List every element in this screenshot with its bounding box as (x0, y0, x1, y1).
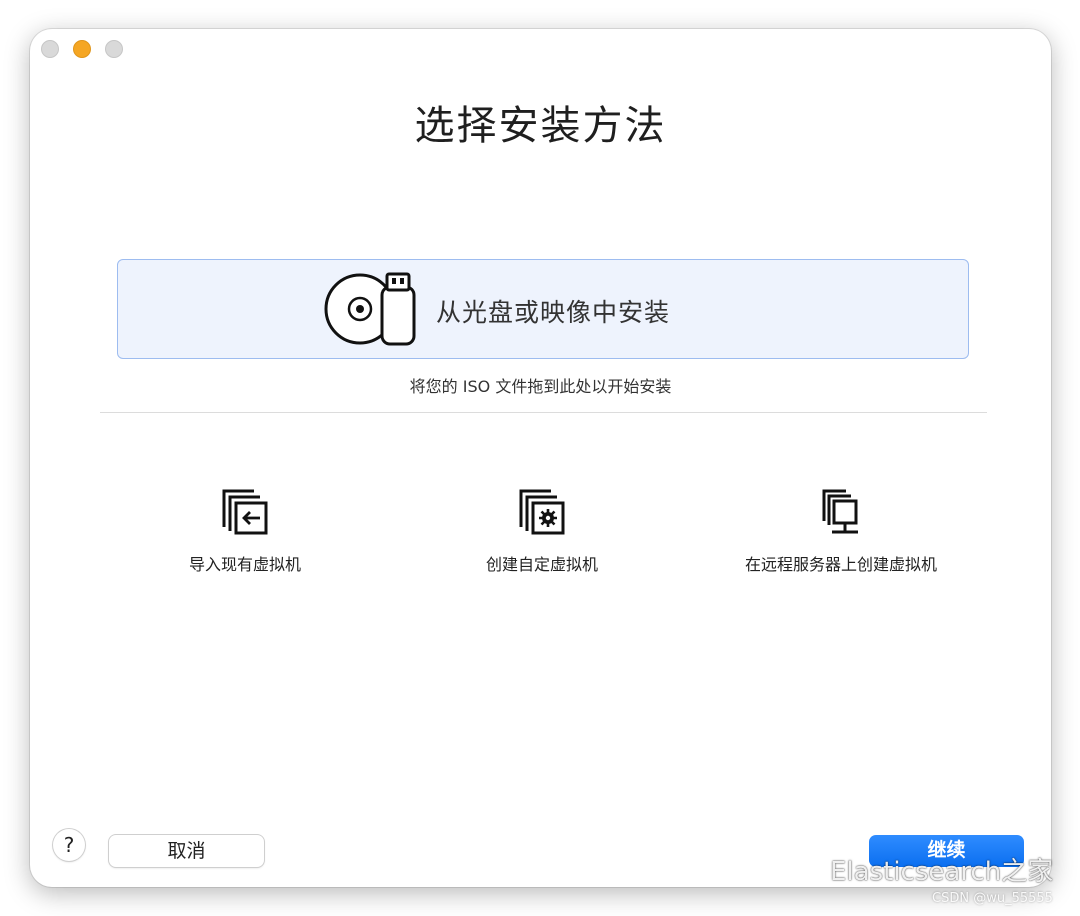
remote-server-option[interactable]: 在远程服务器上创建虚拟机 (691, 487, 991, 575)
custom-vm-label: 创建自定虚拟机 (485, 555, 598, 574)
disc-usb-icon (324, 269, 424, 353)
import-vm-icon (95, 487, 395, 535)
cancel-button[interactable]: 取消 (109, 835, 264, 867)
custom-vm-option[interactable]: 创建自定虚拟机 (392, 487, 692, 575)
minimize-window-button[interactable] (73, 40, 91, 58)
section-divider (100, 412, 987, 413)
import-vm-label: 导入现有虚拟机 (188, 555, 301, 574)
page-title: 选择安装方法 (414, 103, 667, 149)
watermark-text: Elasticsearch之家 (830, 857, 1054, 887)
installer-window: 选择安装方法 从光盘或映像中安装 将您的 ISO 文件拖到此处以开始安装 导入现… (30, 29, 1051, 887)
zoom-window-button[interactable] (105, 40, 123, 58)
close-window-button[interactable] (41, 40, 59, 58)
import-vm-option[interactable]: 导入现有虚拟机 (95, 487, 395, 575)
custom-vm-icon (392, 487, 692, 535)
iso-drop-hint: 将您的 ISO 文件拖到此处以开始安装 (409, 377, 672, 396)
wechat-icon (782, 851, 826, 892)
watermark-source: CSDN @wu_55555 (932, 891, 1053, 906)
disc-option-label: 从光盘或映像中安装 (436, 298, 671, 327)
install-from-disc-option[interactable]: 从光盘或映像中安装 (117, 259, 969, 359)
remote-server-icon (691, 487, 991, 535)
remote-server-label: 在远程服务器上创建虚拟机 (744, 555, 937, 574)
help-button[interactable]: ? (53, 829, 85, 861)
